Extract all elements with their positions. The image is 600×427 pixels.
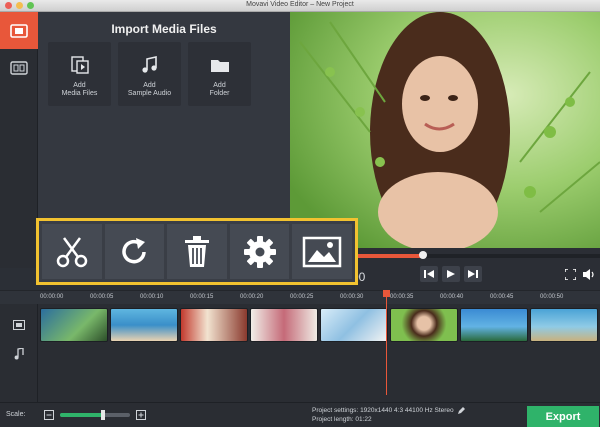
next-icon [468, 270, 478, 278]
window-title: Movavi Video Editor – New Project [246, 1, 354, 8]
timeline-ruler[interactable]: 00:00:00 00:00:05 00:00:10 00:00:15 00:0… [0, 290, 600, 304]
tile-label-line2: Sample Audio [127, 90, 172, 97]
video-track-icon [13, 320, 25, 330]
ruler-tick: 00:00:30 [340, 294, 364, 300]
add-folder-button[interactable]: Add Folder [188, 42, 251, 106]
split-button[interactable] [42, 224, 102, 279]
trash-icon [184, 235, 209, 267]
play-button[interactable] [442, 266, 460, 282]
media-files-icon [70, 56, 89, 74]
tile-label-line1: Add [213, 82, 226, 89]
panel-title: Import Media Files [111, 22, 217, 36]
project-length: Project length: 01:22 [312, 416, 372, 423]
ruler-tick: 00:00:00 [40, 294, 64, 300]
video-clip[interactable] [390, 308, 458, 342]
volume-icon [583, 269, 594, 280]
zoom-in-icon[interactable] [136, 410, 146, 420]
music-note-icon [14, 348, 24, 360]
next-button[interactable] [464, 266, 482, 282]
scale-slider-handle[interactable] [101, 410, 106, 420]
clips-tab-button[interactable] [0, 49, 38, 86]
ruler-tick: 00:00:45 [490, 294, 514, 300]
rotate-button[interactable] [104, 224, 165, 279]
export-button[interactable]: Export [527, 406, 599, 427]
project-length-label: Project length: [312, 416, 354, 423]
ruler-tick: 00:00:10 [140, 294, 164, 300]
left-sidebar [0, 12, 38, 268]
image-button[interactable] [292, 224, 352, 279]
play-icon [447, 270, 455, 278]
ruler-tick: 00:00:20 [240, 294, 264, 300]
ruler-tick: 00:00:15 [190, 294, 214, 300]
fullscreen-icon [565, 269, 576, 280]
status-bar: Scale: Project settings: 1920x1440 4:3 4… [0, 402, 600, 427]
video-file-icon [10, 23, 28, 38]
tile-label-line1: Add [73, 82, 86, 89]
preview-frame-image [290, 12, 600, 248]
video-clip[interactable] [110, 308, 178, 342]
video-track [40, 308, 600, 342]
zoom-out-icon[interactable] [44, 410, 54, 420]
ruler-tick: 00:00:05 [90, 294, 114, 300]
image-icon [302, 236, 342, 267]
scale-slider[interactable] [60, 410, 130, 420]
video-clip[interactable] [320, 308, 388, 342]
project-settings: Project settings: 1920x1440 4:3 44100 Hz… [312, 407, 466, 415]
tile-label-line2: Media Files [61, 90, 98, 97]
editing-toolbar [36, 218, 358, 285]
scale-slider-fill [60, 413, 104, 417]
project-settings-label: Project settings: [312, 407, 359, 415]
prev-icon [424, 270, 434, 278]
music-note-icon [141, 56, 157, 73]
fullscreen-button[interactable] [565, 269, 576, 280]
add-sample-audio-button[interactable]: Add Sample Audio [118, 42, 181, 106]
video-preview[interactable] [290, 12, 600, 248]
video-clip[interactable] [180, 308, 248, 342]
tile-label-line2: Folder [209, 90, 230, 97]
ruler-tick: 00:00:35 [390, 294, 414, 300]
scissors-icon [56, 236, 88, 267]
project-settings-value: 1920x1440 4:3 44100 Hz Stereo [360, 407, 454, 415]
volume-button[interactable] [583, 269, 595, 280]
ruler-tick: 00:00:40 [440, 294, 464, 300]
delete-button[interactable] [167, 224, 227, 279]
scale-label: Scale: [6, 411, 26, 418]
video-clip[interactable] [250, 308, 318, 342]
project-length-value: 01:22 [355, 416, 372, 423]
track-headers [0, 304, 38, 402]
tile-label-line1: Add [143, 82, 156, 89]
video-clip[interactable] [530, 308, 598, 342]
video-clip[interactable] [460, 308, 528, 342]
playhead[interactable] [383, 290, 390, 395]
progress-handle[interactable] [419, 251, 428, 259]
pencil-icon[interactable] [458, 407, 466, 414]
settings-button[interactable] [229, 224, 290, 279]
ruler-tick: 00:00:50 [540, 294, 564, 300]
clip-icon [10, 60, 28, 75]
import-tab-button[interactable] [0, 12, 38, 49]
title-bar: Movavi Video Editor – New Project [0, 0, 600, 12]
folder-icon [210, 60, 229, 72]
rotate-icon [122, 237, 147, 263]
timeline [0, 304, 600, 402]
add-media-files-button[interactable]: Add Media Files [48, 42, 111, 106]
ruler-tick: 00:00:25 [290, 294, 314, 300]
video-clip[interactable] [40, 308, 108, 342]
gear-icon [243, 235, 276, 268]
previous-button[interactable] [420, 266, 438, 282]
